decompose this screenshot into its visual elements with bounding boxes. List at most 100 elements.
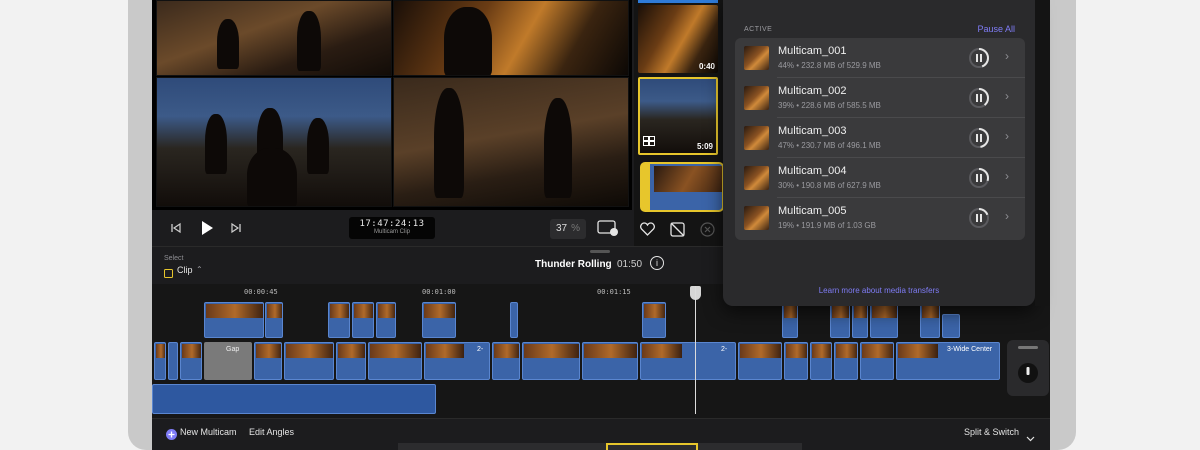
pause-transfer-icon[interactable] [967,206,991,230]
drag-handle[interactable] [590,250,610,253]
connected-clip[interactable] [830,302,850,338]
chevron-right-icon[interactable]: › [1005,49,1009,63]
clip-name: 3-Wide Center [947,346,993,353]
storyline-clip[interactable] [492,342,520,380]
connected-clip[interactable] [852,302,868,338]
favorite-icon[interactable] [640,222,655,241]
storyline-clip[interactable]: 3-Wide Center [896,342,1000,380]
pause-transfer-icon[interactable] [967,126,991,150]
storyline-clip[interactable] [284,342,334,380]
strip-toolbar [634,216,724,244]
zoom-control[interactable]: 37% [550,219,586,239]
angle-view-3[interactable] [156,77,392,207]
storyline-clip[interactable] [582,342,638,380]
transport-bar: 17:47:24:13 Multicam Clip 37% [152,210,632,246]
connected-clip[interactable] [782,302,798,338]
connected-clip[interactable] [265,302,283,338]
storyline-clip[interactable] [168,342,178,380]
connected-clip[interactable] [920,302,940,338]
storyline-clip[interactable]: 2- [640,342,736,380]
clip-thumbnail [744,46,769,70]
storyline-clip[interactable] [834,342,858,380]
clip-mode-select[interactable]: Clip [177,265,193,275]
connected-clip[interactable] [870,302,898,338]
performer-figure [444,7,492,75]
connected-clip[interactable] [510,302,518,338]
timecode-value: 17:47:24:13 [359,219,425,229]
add-icon[interactable] [166,427,177,445]
next-frame-icon[interactable] [230,222,242,237]
learn-more-link[interactable]: Learn more about media transfers [723,286,1035,295]
storyline-clip[interactable] [368,342,422,380]
audio-clip[interactable] [152,384,436,414]
pause-transfer-icon[interactable] [967,46,991,70]
new-multicam-button[interactable]: New Multicam [180,427,237,437]
connected-clip[interactable] [204,302,264,338]
transfer-row[interactable]: Multicam_005 19% • 191.9 MB of 1.03 GB › [735,198,1025,238]
storyline-clip[interactable] [336,342,366,380]
play-icon[interactable] [200,220,214,239]
reject-icon[interactable] [670,222,685,242]
connected-clip[interactable] [942,314,960,338]
transfer-row[interactable]: Multicam_003 47% • 230.7 MB of 496.1 MB › [735,118,1025,158]
chevron-right-icon[interactable]: › [1005,129,1009,143]
angle-view-4[interactable] [393,77,629,207]
ruler-tick-label: 00:01:15 [597,288,631,296]
connected-clip[interactable] [352,302,374,338]
active-section-label: ACTIVE [744,26,773,33]
transfer-row[interactable]: Multicam_001 44% • 232.8 MB of 529.9 MB › [735,38,1025,78]
pause-transfer-icon[interactable] [967,166,991,190]
split-switch-button[interactable]: Split & Switch [964,427,1019,437]
edit-angles-button[interactable]: Edit Angles [249,427,294,437]
selected-clip-thumbnail[interactable] [640,162,724,212]
jog-wheel-icon[interactable] [1017,362,1039,389]
connected-clip[interactable] [422,302,456,338]
angle-thumbnail-selected[interactable]: 5:09 [638,77,718,155]
multicam-viewer [152,0,632,210]
storyline-clip[interactable] [254,342,282,380]
clip-name: 2- [477,346,484,353]
gap-clip[interactable]: Gap [204,342,252,380]
transfer-row[interactable]: Multicam_004 30% • 190.8 MB of 627.9 MB › [735,158,1025,198]
storyline-clip[interactable] [180,342,202,380]
clip-name: 2- [721,346,728,353]
transfer-row[interactable]: Multicam_002 39% • 228.6 MB of 585.5 MB › [735,78,1025,118]
storyline-clip[interactable] [154,342,166,380]
storyline-clip[interactable] [522,342,580,380]
side-control-panel [1007,340,1049,396]
chevron-down-icon[interactable] [1026,429,1035,447]
clip-thumbnail [744,166,769,190]
info-icon[interactable]: i [650,256,664,270]
transfer-name: Multicam_001 [778,45,847,57]
previous-frame-icon[interactable] [170,222,182,237]
angle-duration: 5:09 [696,142,713,151]
disabled-close-icon [700,222,715,242]
performer-figure [307,118,329,174]
ruler-tick-label: 00:00:45 [244,288,278,296]
chevron-updown-icon[interactable]: ⌃ [196,265,203,274]
connected-clip[interactable] [328,302,350,338]
connected-clip[interactable] [642,302,666,338]
angle-view-1[interactable] [156,0,392,76]
transfer-name: Multicam_005 [778,205,847,217]
chevron-right-icon[interactable]: › [1005,169,1009,183]
ruler-tick-label: 00:01:00 [422,288,456,296]
storyline-clip[interactable] [860,342,894,380]
storyline-clip[interactable] [810,342,832,380]
chevron-right-icon[interactable]: › [1005,209,1009,223]
storyline-clip[interactable] [738,342,782,380]
storyline-clip[interactable] [784,342,808,380]
angle-bank-strip[interactable] [398,443,802,450]
audience-figure [247,148,297,206]
pause-transfer-icon[interactable] [967,86,991,110]
chevron-right-icon[interactable]: › [1005,89,1009,103]
timeline-footer: New Multicam Edit Angles Split & Switch [152,418,1050,450]
transfer-name: Multicam_003 [778,125,847,137]
viewer-display-icon[interactable] [597,220,619,239]
angle-thumbnail[interactable]: 0:40 [638,5,718,73]
connected-clip[interactable] [376,302,396,338]
storyline-clip[interactable]: 2- [424,342,490,380]
angle-view-2[interactable] [393,0,629,76]
pause-all-button[interactable]: Pause All [977,24,1015,34]
zoom-unit: % [571,223,581,234]
